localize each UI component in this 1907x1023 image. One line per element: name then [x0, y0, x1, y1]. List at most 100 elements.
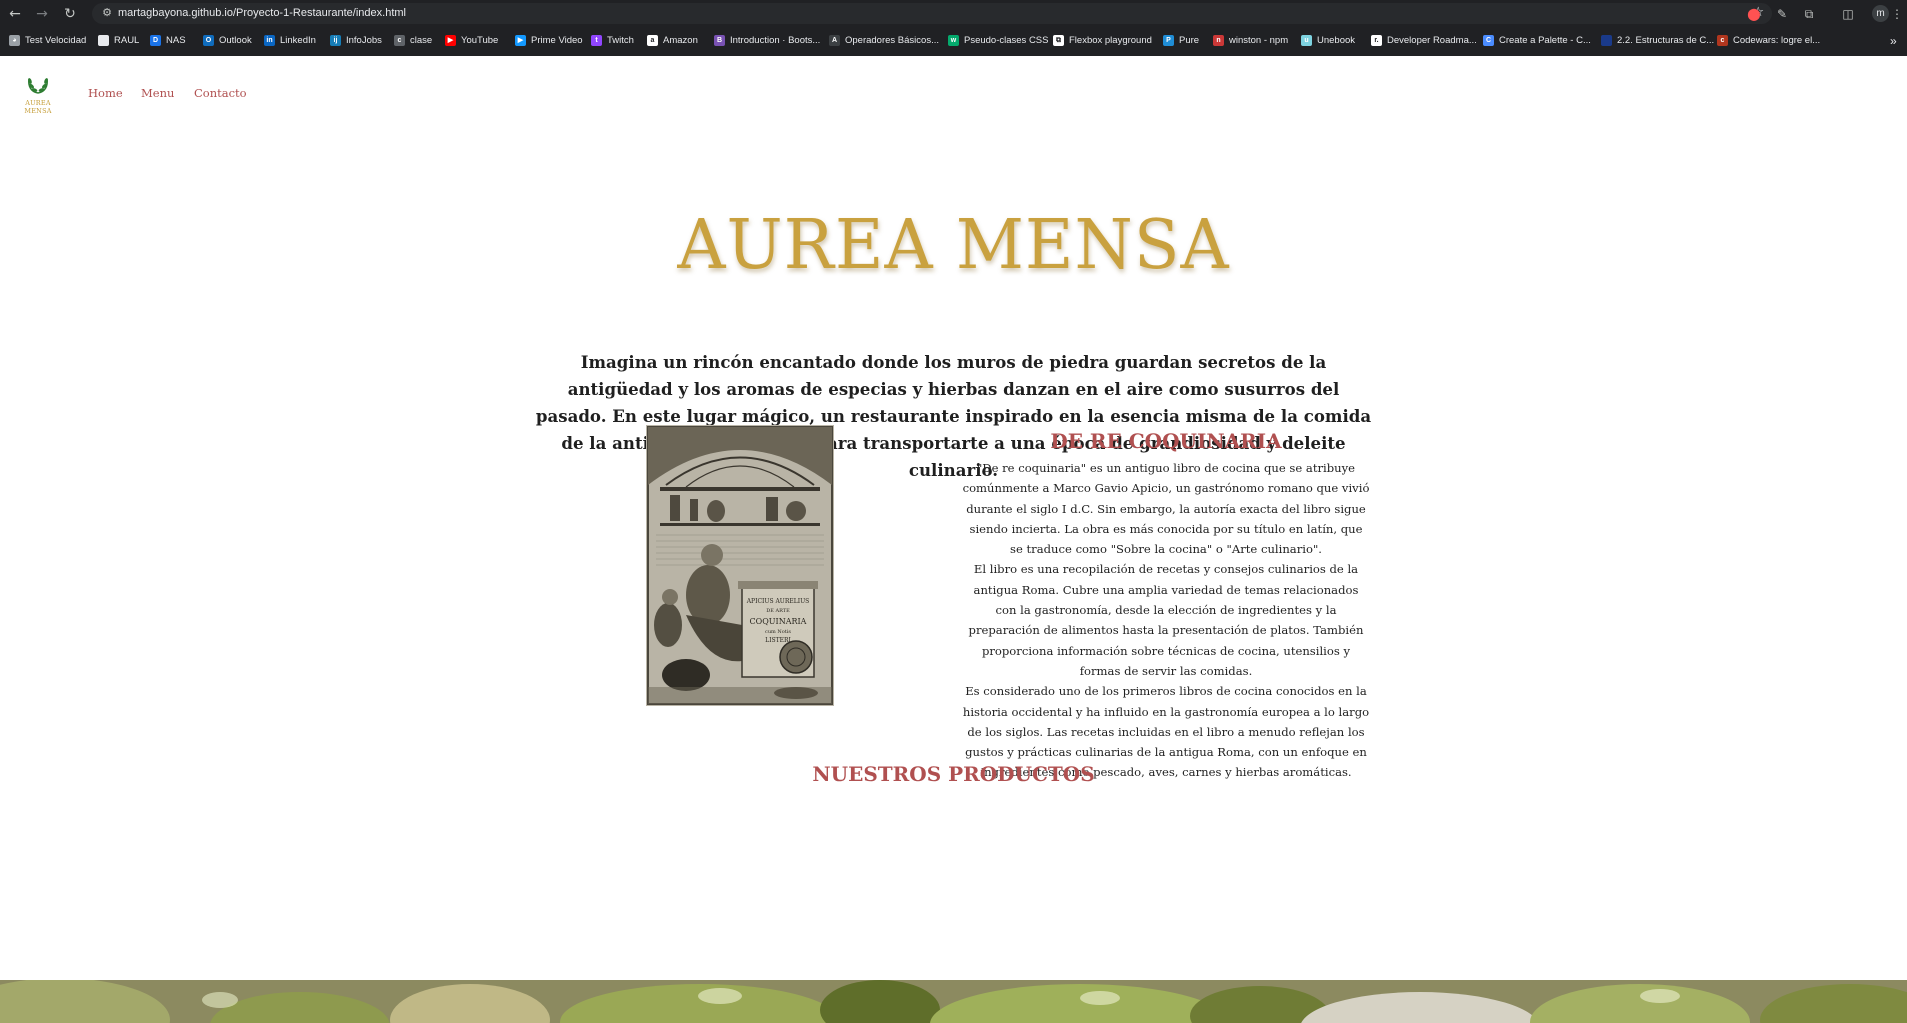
- bookmark-label: 2.2. Estructuras de C...: [1617, 35, 1715, 46]
- bookmark-label: clase: [410, 35, 433, 46]
- plate-text-1: APICIUS AURELIUS: [746, 598, 810, 605]
- bookmark-item[interactable]: ▶ YouTube: [445, 31, 498, 50]
- hero-title: AUREA MENSA: [677, 206, 1230, 285]
- bookmark-label: RAUL: [114, 35, 140, 46]
- more-bookmarks-chevron-icon[interactable]: »: [1890, 31, 1897, 50]
- bookmark-label: Prime Video: [531, 35, 583, 46]
- bookmark-item[interactable]: ▶ Prime Video: [515, 31, 583, 50]
- bookmark-label: Developer Roadma...: [1387, 35, 1477, 46]
- address-bar[interactable]: ⚙ martagbayona.github.io/Proyecto-1-Rest…: [92, 3, 1772, 24]
- document-icon: [1601, 35, 1612, 46]
- eyedropper-icon[interactable]: ✎: [1772, 4, 1792, 24]
- browser-toolbar: ← → ↻ ⚙ martagbayona.github.io/Proyecto-…: [0, 0, 1907, 27]
- bookmark-item[interactable]: O Outlook: [203, 31, 252, 50]
- bookmark-item[interactable]: A Operadores Básicos...: [829, 31, 939, 50]
- flexbox-icon: ⧉: [1053, 35, 1064, 46]
- bookmark-item[interactable]: ij InfoJobs: [330, 31, 382, 50]
- folder-icon: [98, 35, 109, 46]
- bookmark-label: Flexbox playground: [1069, 35, 1152, 46]
- bookmark-label: Test Velocidad: [25, 35, 87, 46]
- bookmark-item[interactable]: r. Developer Roadma...: [1371, 31, 1477, 50]
- bookmark-item[interactable]: C Create a Palette - C...: [1483, 31, 1591, 50]
- bookmark-label: YouTube: [461, 35, 499, 46]
- url-text[interactable]: martagbayona.github.io/Proyecto-1-Restau…: [118, 5, 406, 22]
- plate-text-2: DE ARTE: [766, 608, 790, 614]
- outlook-icon: O: [203, 35, 214, 46]
- youtube-icon: ▶: [445, 35, 456, 46]
- bookmark-item[interactable]: c clase: [394, 31, 432, 50]
- bookmark-item[interactable]: in LinkedIn: [264, 31, 316, 50]
- bookmark-label: Amazon: [663, 35, 698, 46]
- site-navbar: AUREA MENSA Home Menu Contacto: [0, 56, 1907, 128]
- extensions-puzzle-icon[interactable]: ⧉: [1799, 4, 1819, 24]
- amazon-icon: a: [647, 35, 658, 46]
- nav-link-menu[interactable]: Menu: [141, 86, 174, 100]
- more-menu-icon[interactable]: ⋮: [1887, 4, 1907, 24]
- bookmark-item[interactable]: B Introduction · Boots...: [714, 31, 820, 50]
- web-page: AUREA MENSA Home Menu Contacto AUREA MEN…: [0, 56, 1907, 1023]
- plate-text-3: COQUINARIA: [750, 617, 807, 626]
- bookmark-item[interactable]: u Unebook: [1301, 31, 1355, 50]
- classroom-icon: c: [394, 35, 405, 46]
- nas-icon: D: [150, 35, 161, 46]
- laurel-wreath-icon: [28, 78, 48, 94]
- side-panel-icon[interactable]: ◫: [1838, 4, 1858, 24]
- bookmark-label: Outlook: [219, 35, 252, 46]
- bookmark-label: Operadores Básicos...: [845, 35, 939, 46]
- nav-link-contacto[interactable]: Contacto: [194, 86, 247, 100]
- pure-icon: P: [1163, 35, 1174, 46]
- infojobs-icon: ij: [330, 35, 341, 46]
- bookmark-item[interactable]: 2.2. Estructuras de C...: [1601, 31, 1714, 50]
- bookmark-item[interactable]: n winston - npm: [1213, 31, 1288, 50]
- book-paragraph-2: El libro es una recopilación de recetas …: [968, 562, 1364, 678]
- bookmark-item[interactable]: c Codewars: logre el...: [1717, 31, 1820, 50]
- bookmark-label: NAS: [166, 35, 186, 46]
- logo-text: AUREA MENSA: [24, 99, 52, 115]
- bookmark-item[interactable]: P Pure: [1163, 31, 1199, 50]
- book-engraving-image: APICIUS AURELIUS DE ARTE COQUINARIA cum …: [646, 425, 834, 706]
- bookmark-item[interactable]: t Twitch: [591, 31, 634, 50]
- reload-icon[interactable]: ↻: [60, 4, 80, 24]
- browser-chrome: ← → ↻ ⚙ martagbayona.github.io/Proyecto-…: [0, 0, 1907, 56]
- book-paragraph-1: "De re coquinaria" es un antiguo libro d…: [962, 461, 1370, 557]
- bookmark-item[interactable]: w Pseudo-clases CSS: [948, 31, 1048, 50]
- prime-video-icon: ▶: [515, 35, 526, 46]
- bookmark-label: winston - npm: [1229, 35, 1289, 46]
- speedometer-icon: ◕: [9, 35, 20, 46]
- bookmark-item[interactable]: ⧉ Flexbox playground: [1053, 31, 1152, 50]
- bookmark-label: LinkedIn: [280, 35, 316, 46]
- de-re-coquinaria-section: DE RE COQUINARIA "De re coquinaria" es u…: [962, 425, 1370, 783]
- bootstrap-icon: B: [714, 35, 725, 46]
- bookmark-label: Unebook: [1317, 35, 1356, 46]
- plate-text-4: cum Notis: [765, 629, 791, 635]
- book-section-title: DE RE COQUINARIA: [1050, 429, 1282, 453]
- bookmark-label: InfoJobs: [346, 35, 382, 46]
- bookmark-label: Twitch: [607, 35, 634, 46]
- codewars-icon: c: [1717, 35, 1728, 46]
- bookmark-label: Pure: [1179, 35, 1200, 46]
- nav-link-home[interactable]: Home: [88, 86, 123, 100]
- bookmark-label: Codewars: logre el...: [1733, 35, 1821, 46]
- bookmark-item[interactable]: RAUL: [98, 31, 139, 50]
- bookmark-label: Pseudo-clases CSS: [964, 35, 1049, 46]
- products-section-title: NUESTROS PRODUCTOS: [812, 762, 1095, 786]
- back-arrow-icon[interactable]: ←: [5, 4, 25, 24]
- roadmap-icon: r.: [1371, 35, 1382, 46]
- operators-icon: A: [829, 35, 840, 46]
- bookmark-label: Create a Palette - C...: [1499, 35, 1591, 46]
- forward-arrow-icon[interactable]: →: [32, 4, 52, 24]
- bookmark-item[interactable]: D NAS: [150, 31, 186, 50]
- linkedin-icon: in: [264, 35, 275, 46]
- twitch-icon: t: [591, 35, 602, 46]
- extension-red-icon[interactable]: ⬤: [1744, 4, 1764, 24]
- bookmark-label: Introduction · Boots...: [730, 35, 821, 46]
- coolors-icon: C: [1483, 35, 1494, 46]
- w-icon: w: [948, 35, 959, 46]
- site-logo[interactable]: AUREA MENSA: [13, 72, 63, 115]
- unebook-icon: u: [1301, 35, 1312, 46]
- bookmark-item[interactable]: a Amazon: [647, 31, 698, 50]
- site-info-icon[interactable]: ⚙: [99, 5, 115, 21]
- bookmarks-bar: ◕ Test Velocidad RAUL D NAS O Outlook in LinkedI…: [0, 31, 1907, 50]
- npm-icon: n: [1213, 35, 1224, 46]
- bookmark-item[interactable]: ◕ Test Velocidad: [9, 31, 86, 50]
